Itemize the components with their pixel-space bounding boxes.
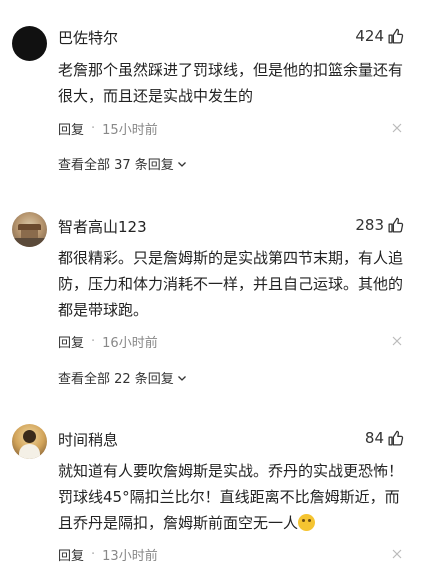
view-all-replies-label: 查看全部 22 条回复 <box>58 372 174 387</box>
thumbs-up-icon <box>388 217 404 233</box>
like-count: 283 <box>355 216 384 234</box>
meta-separator: · <box>91 334 96 349</box>
chevron-down-icon <box>177 161 186 167</box>
avatar[interactable] <box>12 26 47 61</box>
comment-meta: 回复 · 15小时前 <box>58 119 158 138</box>
close-icon[interactable] <box>392 336 402 346</box>
avatar[interactable] <box>12 424 47 459</box>
like-button[interactable]: 283 <box>355 216 404 234</box>
meta-separator: · <box>91 121 96 136</box>
reply-button[interactable]: 回复 <box>58 332 84 351</box>
meta-separator: · <box>91 547 96 562</box>
view-all-replies-label: 查看全部 37 条回复 <box>58 158 174 173</box>
view-all-replies-button[interactable]: 查看全部 22 条回复 <box>58 368 187 387</box>
comment-text: 都很精彩。只是詹姆斯的是实战第四节末期，有人追防，压力和体力消耗不一样，并且自己… <box>58 249 404 319</box>
thumbs-up-icon <box>388 28 404 44</box>
comment-meta: 回复 · 16小时前 <box>58 332 158 351</box>
timestamp: 13小时前 <box>102 549 158 564</box>
comment-text: 就知道有人要吹詹姆斯是实战。乔丹的实战更恐怖！罚球线45°隔扣兰比尔！直线距离不… <box>58 462 404 532</box>
thumbs-up-icon <box>388 430 404 446</box>
username[interactable]: 巴佐特尔 <box>58 27 118 48</box>
username[interactable]: 智者高山123 <box>58 216 147 237</box>
timestamp: 16小时前 <box>102 336 158 351</box>
chevron-down-icon <box>177 375 186 381</box>
close-icon[interactable] <box>392 123 402 133</box>
reply-button[interactable]: 回复 <box>58 119 84 138</box>
username[interactable]: 时间稍息 <box>58 429 118 450</box>
comment-meta: 回复 · 13小时前 <box>58 545 158 564</box>
close-icon[interactable] <box>392 549 402 559</box>
timestamp: 15小时前 <box>102 123 158 138</box>
reply-button[interactable]: 回复 <box>58 545 84 564</box>
like-button[interactable]: 84 <box>365 429 404 447</box>
thinking-face-icon <box>298 514 316 531</box>
view-all-replies-button[interactable]: 查看全部 37 条回复 <box>58 154 187 173</box>
like-button[interactable]: 424 <box>355 27 404 45</box>
avatar[interactable] <box>12 212 47 247</box>
comment-text-block: 就知道有人要吹詹姆斯是实战。乔丹的实战更恐怖！罚球线45°隔扣兰比尔！直线距离不… <box>58 458 403 536</box>
comment-text: 老詹那个虽然踩进了罚球线，但是他的扣篮余量还有很大，而且还是实战中发生的 <box>58 61 404 105</box>
like-count: 84 <box>364 429 384 447</box>
like-count: 424 <box>355 27 384 45</box>
